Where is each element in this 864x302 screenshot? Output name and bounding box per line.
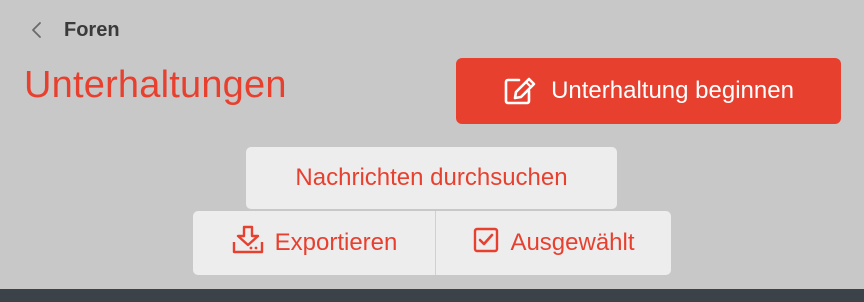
page-title: Unterhaltungen: [24, 64, 287, 106]
selected-label: Ausgewählt: [510, 229, 635, 256]
breadcrumb-link-forums[interactable]: Foren: [64, 19, 120, 42]
search-messages-button[interactable]: Nachrichten durchsuchen: [246, 147, 617, 209]
export-button[interactable]: Exportieren: [193, 211, 435, 275]
selected-button[interactable]: Ausgewählt: [436, 211, 671, 275]
edit-icon: [503, 76, 537, 106]
download-tray-icon: [231, 225, 265, 262]
bottom-toolbar: [0, 289, 864, 302]
message-actions-group: Exportieren Ausgewählt: [193, 211, 671, 275]
conversations-page: Foren Unterhaltungen Unterhaltung beginn…: [0, 0, 864, 302]
start-conversation-label: Unterhaltung beginnen: [551, 77, 794, 104]
breadcrumb: Foren: [30, 16, 120, 44]
chevron-left-icon[interactable]: [30, 20, 44, 40]
checkbox-checked-icon: [472, 226, 500, 261]
start-conversation-button[interactable]: Unterhaltung beginnen: [456, 58, 841, 124]
export-label: Exportieren: [274, 229, 398, 256]
